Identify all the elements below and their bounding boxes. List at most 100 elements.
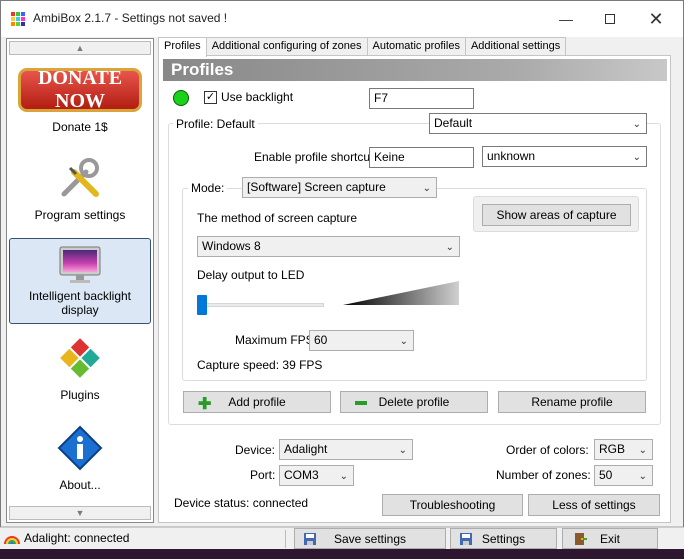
status-separator bbox=[285, 530, 286, 548]
mode-select[interactable]: [Software] Screen capture ⌄ bbox=[242, 177, 437, 198]
shortcut-key-select[interactable]: unknown ⌄ bbox=[482, 146, 647, 167]
tab-additional-settings[interactable]: Additional settings bbox=[464, 37, 567, 56]
close-icon[interactable]: ✕ bbox=[633, 5, 679, 33]
save-icon bbox=[460, 533, 472, 545]
sidebar-scroll-up-icon[interactable]: ▲ bbox=[9, 41, 151, 55]
chevron-down-icon: ⌄ bbox=[632, 152, 641, 163]
max-fps-label: Maximum FPS bbox=[235, 333, 314, 347]
chevron-down-icon: ⌄ bbox=[445, 242, 454, 253]
sidebar-item-label: Intelligent backlight display bbox=[28, 289, 132, 317]
monitor-icon bbox=[59, 246, 101, 283]
app-window: AmbiBox 2.1.7 - Settings not saved ! — ✕… bbox=[0, 0, 684, 527]
capture-speed-text: Capture speed: 39 FPS bbox=[197, 358, 323, 372]
delete-profile-button[interactable]: Delete profile bbox=[340, 391, 488, 413]
delay-label: Delay output to LED bbox=[197, 268, 305, 282]
mode-label: Mode: bbox=[188, 181, 228, 195]
save-icon bbox=[304, 533, 316, 545]
chevron-down-icon: ⌄ bbox=[399, 336, 408, 347]
chevron-down-icon: ⌄ bbox=[398, 445, 407, 456]
tab-zones[interactable]: Additional configuring of zones bbox=[205, 37, 368, 56]
led-status-icon bbox=[173, 90, 189, 106]
add-profile-label: Add profile bbox=[228, 395, 286, 409]
sidebar-item-label: Plugins bbox=[60, 388, 100, 402]
sidebar-item-label: About... bbox=[59, 478, 101, 492]
tools-icon bbox=[61, 158, 99, 197]
sidebar-item-intelligent-backlight[interactable]: Intelligent backlight display bbox=[9, 238, 151, 324]
use-backlight-label: Use backlight bbox=[221, 90, 294, 104]
exit-button[interactable]: Exit bbox=[562, 528, 658, 549]
chevron-down-icon: ⌄ bbox=[632, 119, 641, 130]
shortcut-field[interactable]: Keine bbox=[369, 147, 474, 168]
save-settings-label: Save settings bbox=[333, 531, 407, 546]
delay-slider-track[interactable] bbox=[202, 303, 324, 307]
donate-now-icon: DONATE NOW bbox=[18, 67, 142, 112]
shortcut-label: Enable profile shortcut: bbox=[254, 150, 377, 164]
connection-status-text: Adalight: connected bbox=[24, 531, 130, 545]
minus-icon bbox=[355, 401, 367, 405]
sidebar-scroll-down-icon[interactable]: ▼ bbox=[9, 506, 151, 520]
port-label: Port: bbox=[250, 468, 276, 482]
profiles-header: Profiles bbox=[163, 59, 667, 81]
chevron-down-icon: ⌄ bbox=[422, 183, 431, 194]
window-title: AmbiBox 2.1.7 - Settings not saved ! bbox=[33, 11, 228, 25]
troubleshooting-button[interactable]: Troubleshooting bbox=[382, 494, 523, 516]
use-backlight-checkbox[interactable]: ✓ bbox=[204, 91, 217, 104]
delay-ramp-icon bbox=[343, 281, 459, 305]
delay-slider-thumb[interactable] bbox=[197, 295, 207, 315]
sidebar-item-label: Donate 1$ bbox=[52, 120, 108, 134]
sidebar-item-about[interactable]: About... bbox=[9, 414, 151, 498]
max-fps-select[interactable]: 60 ⌄ bbox=[309, 330, 414, 351]
zones-select[interactable]: 50 ⌄ bbox=[594, 465, 653, 486]
order-colors-value: RGB bbox=[599, 442, 626, 456]
device-label: Device: bbox=[235, 443, 276, 457]
ambibox-app-icon bbox=[11, 12, 25, 26]
port-value: COM3 bbox=[284, 468, 319, 482]
backlight-hotkey-field[interactable]: F7 bbox=[369, 88, 474, 109]
profile-select-value: Default bbox=[434, 116, 473, 130]
less-settings-button[interactable]: Less of settings bbox=[528, 494, 660, 516]
settings-label: Settings bbox=[481, 531, 526, 546]
shortcut-key-value: unknown bbox=[487, 149, 536, 163]
minimize-icon[interactable]: — bbox=[543, 5, 589, 33]
rename-profile-button[interactable]: Rename profile bbox=[498, 391, 646, 413]
device-value: Adalight bbox=[284, 442, 328, 456]
capture-method-label: The method of screen capture bbox=[197, 211, 358, 225]
tab-automatic-profiles[interactable]: Automatic profiles bbox=[366, 37, 466, 56]
plus-icon: ✚ bbox=[198, 396, 212, 413]
capture-method-value: Windows 8 bbox=[202, 239, 261, 253]
chevron-down-icon: ⌄ bbox=[638, 471, 647, 482]
title-bar: AmbiBox 2.1.7 - Settings not saved ! — ✕ bbox=[1, 1, 683, 37]
delete-profile-label: Delete profile bbox=[378, 395, 450, 409]
capture-method-select[interactable]: Windows 8 ⌄ bbox=[197, 236, 460, 257]
tab-profiles[interactable]: Profiles bbox=[158, 37, 207, 57]
rainbow-icon bbox=[4, 536, 20, 545]
sidebar-item-plugins[interactable]: Plugins bbox=[9, 324, 151, 408]
sidebar-item-program-settings[interactable]: Program settings bbox=[9, 144, 151, 228]
maximize-icon[interactable] bbox=[587, 5, 633, 33]
show-areas-button[interactable]: Show areas of capture bbox=[482, 204, 631, 226]
tab-strip: Profiles Additional configuring of zones… bbox=[158, 37, 567, 57]
exit-label: Exit bbox=[599, 531, 620, 546]
save-settings-button[interactable]: Save settings bbox=[294, 528, 446, 549]
mode-select-value: [Software] Screen capture bbox=[247, 180, 386, 194]
settings-button[interactable]: Settings bbox=[450, 528, 557, 549]
zones-value: 50 bbox=[599, 468, 613, 482]
zones-label: Number of zones: bbox=[496, 468, 591, 482]
exit-door-icon bbox=[575, 533, 587, 545]
device-select[interactable]: Adalight ⌄ bbox=[279, 439, 413, 460]
device-status-text: Device status: connected bbox=[174, 496, 309, 510]
order-colors-select[interactable]: RGB ⌄ bbox=[594, 439, 653, 460]
chevron-down-icon: ⌄ bbox=[638, 445, 647, 456]
sidebar-item-donate[interactable]: DONATE NOW Donate 1$ bbox=[9, 56, 151, 140]
add-profile-button[interactable]: ✚ Add profile bbox=[183, 391, 331, 413]
max-fps-value: 60 bbox=[314, 333, 328, 347]
profile-group-label: Profile: Default bbox=[173, 117, 258, 131]
chevron-down-icon: ⌄ bbox=[339, 471, 348, 482]
port-select[interactable]: COM3 ⌄ bbox=[279, 465, 354, 486]
sidebar-item-label: Program settings bbox=[34, 208, 126, 222]
sidebar: ▲ DONATE NOW Donate 1$ Program settings … bbox=[6, 38, 154, 523]
status-bar: Adalight: connected Save settings Settin… bbox=[0, 527, 684, 549]
order-colors-label: Order of colors: bbox=[506, 443, 589, 457]
profile-select[interactable]: Default ⌄ bbox=[429, 113, 647, 134]
puzzle-icon bbox=[60, 338, 100, 378]
